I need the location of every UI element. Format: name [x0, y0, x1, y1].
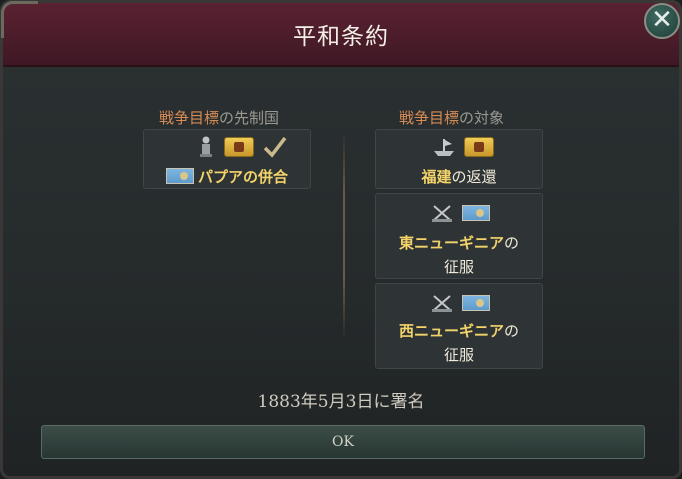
crest-icon: [464, 137, 494, 157]
flag-icon: [462, 295, 490, 311]
column-divider: [343, 131, 345, 341]
soldier-icon: [200, 136, 212, 157]
close-icon[interactable]: ✕: [644, 3, 680, 39]
defender-heading: 戦争目標の対象: [399, 109, 505, 127]
ok-button[interactable]: OK: [41, 425, 645, 459]
window-title: 平和条約: [293, 24, 389, 50]
attacker-heading: 戦争目標の先制国: [159, 109, 280, 127]
war-goal-name: パプアの併合: [197, 168, 288, 186]
flag-icon: [165, 168, 194, 184]
war-goal-card-east-new-guinea[interactable]: 東ニューギニアの 征服: [375, 193, 543, 279]
war-goal-name: 東ニューギニア: [398, 234, 504, 252]
crossed-swords-icon: [432, 295, 452, 312]
war-goal-name: 福建: [421, 168, 452, 186]
peace-treaty-window: 平和条約 戦争目標の先制国 パプアの併合 戦争目標の対象 福建の返還 東ニューギ…: [0, 0, 682, 479]
war-goal-card-papua[interactable]: パプアの併合: [143, 129, 311, 189]
war-goal-card-west-new-guinea[interactable]: 西ニューギニアの 征服: [375, 283, 543, 369]
crossed-swords-icon: [432, 205, 452, 222]
war-goal-card-fujian[interactable]: 福建の返還: [375, 129, 543, 189]
flag-icon: [462, 205, 490, 221]
check-icon: [263, 136, 287, 158]
ship-icon: [434, 139, 454, 156]
crest-icon: [224, 137, 254, 157]
signed-date: 1883年5月3日に署名: [257, 392, 425, 412]
war-goal-name: 西ニューギニア: [398, 322, 504, 340]
